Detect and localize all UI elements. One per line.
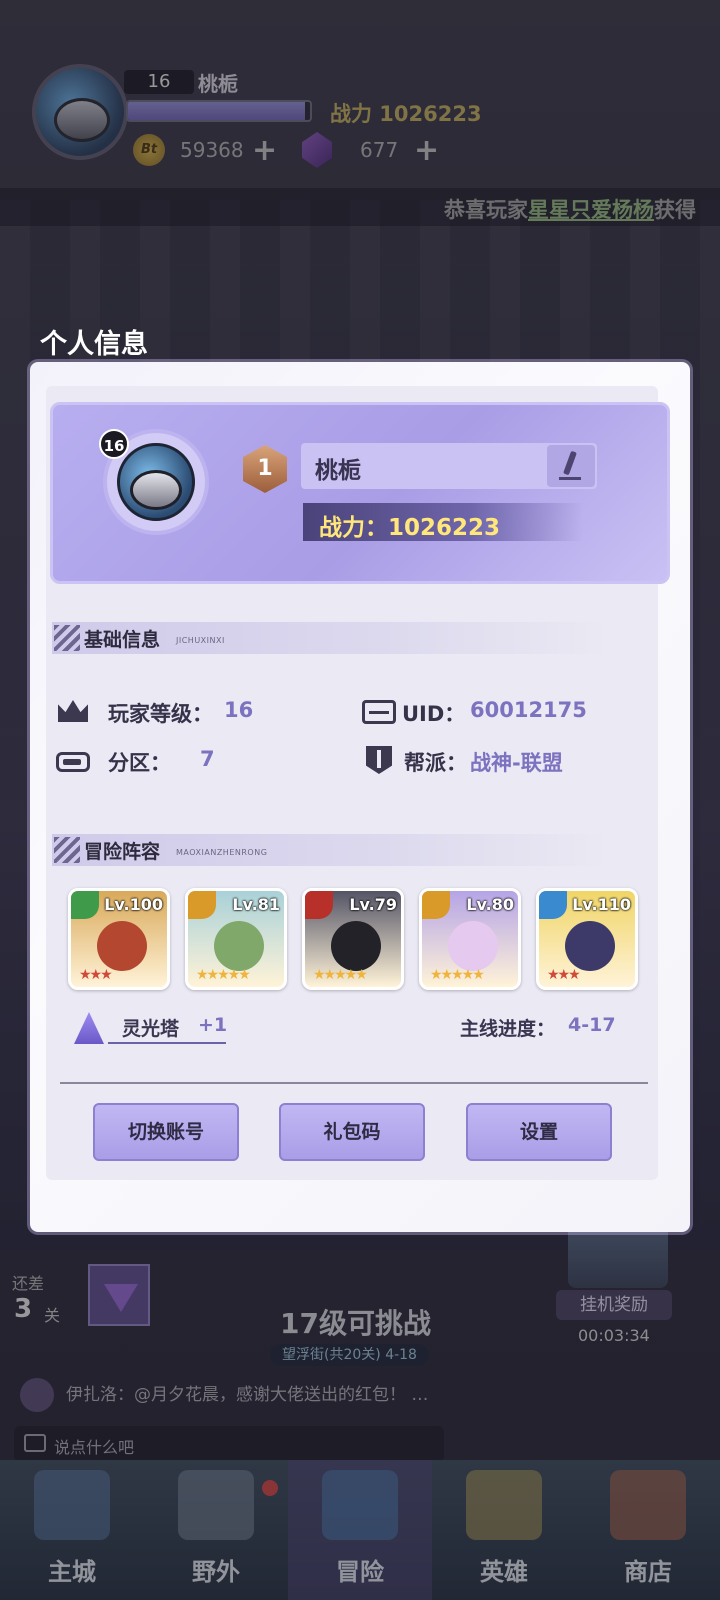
- main-progress-value: 4-17: [568, 1014, 616, 1036]
- lineup-header: 冒险阵容 MAOXIANZHENRONG: [52, 834, 608, 866]
- profile-avatar: [117, 443, 195, 521]
- switch-account-button[interactable]: 切换账号: [93, 1103, 239, 1161]
- hero-stars: ★★★★★: [313, 967, 368, 983]
- profile-level-badge: 16: [99, 429, 129, 459]
- basic-info-subtitle: JICHUXINXI: [176, 636, 225, 645]
- settings-button[interactable]: 设置: [466, 1103, 612, 1161]
- hero-stars: ★★★★★: [430, 967, 485, 983]
- lineup-subtitle: MAOXIANZHENRONG: [176, 848, 268, 857]
- nature-element-icon: [71, 891, 99, 919]
- stripes-icon: [54, 837, 80, 863]
- tower-label[interactable]: 灵光塔: [122, 1014, 179, 1041]
- uid-value[interactable]: 60012175: [470, 698, 587, 722]
- profile-name: 桃栀: [315, 458, 361, 484]
- main-progress-label: 主线进度：: [460, 1018, 556, 1040]
- edit-name-button[interactable]: [547, 445, 595, 487]
- player-level-value: 16: [224, 698, 254, 722]
- stripes-icon: [54, 625, 80, 651]
- hero-card[interactable]: Lv.80 ★★★★★: [419, 888, 521, 990]
- light-element-icon: [422, 891, 450, 919]
- tower-underline: [108, 1042, 226, 1044]
- hero-stars: ★★★: [547, 967, 581, 983]
- basic-info-title: 基础信息: [84, 629, 161, 651]
- hero-portrait: [565, 921, 615, 971]
- basic-info-header: 基础信息 JICHUXINXI: [52, 622, 608, 654]
- hero-card[interactable]: Lv.79 ★★★★★: [302, 888, 404, 990]
- divider: [60, 1082, 648, 1084]
- guild-label: 帮派：: [404, 751, 467, 775]
- guild-value[interactable]: 战神-联盟: [470, 747, 563, 777]
- hero-card[interactable]: Lv.110 ★★★: [536, 888, 638, 990]
- gift-code-button[interactable]: 礼包码: [279, 1103, 425, 1161]
- uid-label: UID：: [402, 702, 466, 726]
- hero-level: Lv.100: [104, 895, 163, 914]
- hero-level: Lv.79: [349, 895, 397, 914]
- hero-portrait: [214, 921, 264, 971]
- hero-card[interactable]: Lv.81 ★★★★★: [185, 888, 287, 990]
- hero-level: Lv.110: [572, 895, 631, 914]
- hero-stars: ★★★★★: [196, 967, 251, 983]
- hero-portrait: [331, 921, 381, 971]
- hero-portrait: [448, 921, 498, 971]
- rank-badge-icon: 1: [243, 445, 287, 493]
- profile-power: 战力：1026223: [303, 503, 583, 541]
- server-label: 分区：: [108, 751, 171, 775]
- tower-value: +1: [198, 1014, 228, 1036]
- server-icon: [56, 752, 90, 772]
- fire-element-icon: [305, 891, 333, 919]
- hero-portrait: [97, 921, 147, 971]
- profile-card: 16 1 桃栀 战力：1026223: [50, 402, 670, 584]
- hero-stars: ★★★: [79, 967, 113, 983]
- hero-level: Lv.81: [232, 895, 280, 914]
- profile-power-text: 战力：1026223: [319, 515, 501, 541]
- server-value: 7: [200, 747, 215, 771]
- id-card-icon: [362, 700, 396, 724]
- water-element-icon: [539, 891, 567, 919]
- hero-card[interactable]: Lv.100 ★★★: [68, 888, 170, 990]
- lineup-title: 冒险阵容: [84, 841, 161, 863]
- player-level-label: 玩家等级：: [108, 702, 213, 726]
- hero-level: Lv.80: [466, 895, 514, 914]
- profile-modal: 16 1 桃栀 战力：1026223 基础信息 JICHUXINXI 玩家等级：…: [30, 362, 690, 1232]
- light-element-icon: [188, 891, 216, 919]
- modal-title: 个人信息: [40, 329, 148, 360]
